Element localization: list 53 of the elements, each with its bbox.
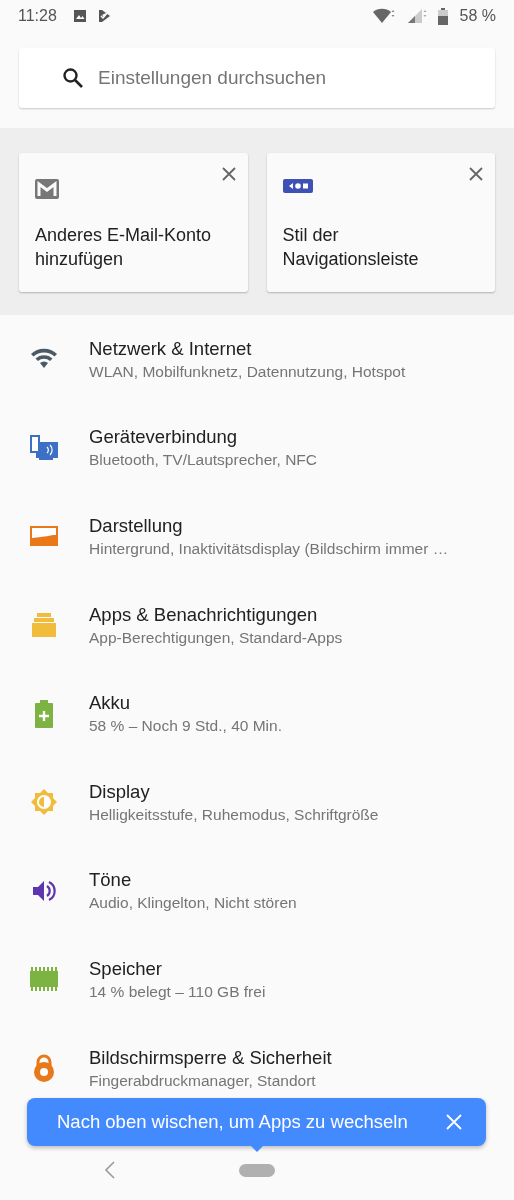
notification-icon (96, 9, 111, 23)
settings-summary: Bluetooth, TV/Lautsprecher, NFC (89, 451, 318, 470)
battery-icon (437, 7, 448, 25)
settings-item[interactable]: Darstellung Hintergrund, Inaktivitätsdisplay (Bildschirm immer … (0, 492, 514, 581)
brightness-icon (31, 789, 57, 816)
memory-chip-icon (30, 967, 58, 992)
settings-item[interactable]: Display Helligkeitsstufe, Ruhemodus, Schriftgröße (0, 757, 514, 847)
settings-item[interactable]: Töne Audio, Klingelton, Nicht stören (0, 846, 514, 936)
wallpaper-icon (30, 526, 58, 547)
close-icon[interactable] (469, 167, 483, 181)
settings-item[interactable]: Geräteverbindung Bluetooth, TV/Lautsprecher, NFC (0, 403, 514, 493)
settings-summary: 14 % belegt – 110 GB frei (89, 982, 266, 1001)
search-field[interactable]: Einstellungen durchsuchen (19, 48, 495, 108)
settings-title: Akku (89, 692, 132, 715)
settings-summary: Audio, Klingelton, Nicht stören (89, 894, 297, 913)
battery-percent: 58 % (459, 7, 496, 25)
settings-title: Darstellung (89, 515, 184, 537)
settings-item[interactable]: Akku 58 % – Noch 9 Std., 40 Min. (0, 669, 514, 758)
devices-icon (30, 434, 58, 461)
settings-title: Display (89, 780, 151, 803)
suggestion-title: Anderes E-Mail-Konto hinzufügen (35, 224, 213, 271)
mail-icon (35, 179, 59, 199)
settings-item[interactable]: Bildschirmsperre & Sicherheit Fingerabdruckmanager, Standort (0, 1023, 514, 1113)
suggestion-card[interactable]: Stil der Navigationsleiste (266, 153, 495, 292)
battery-icon (35, 699, 53, 728)
status-time: 11:28 (18, 7, 57, 25)
navigation-bar-icon (282, 179, 313, 193)
settings-title: Netzwerk & Internet (89, 337, 253, 360)
wifi-icon (371, 8, 396, 24)
suggestion-card[interactable]: Anderes E-Mail-Konto hinzufügen (19, 153, 248, 292)
settings-title: Apps & Benachrichtigungen (89, 603, 319, 626)
settings-summary: App-Berechtigungen, Standard-Apps (89, 628, 343, 647)
settings-item[interactable]: Netzwerk & Internet WLAN, Mobilfunknetz, Datennutzung, Hotspot (0, 315, 514, 404)
settings-summary: Hintergrund, Inaktivitätsdisplay (Bildschirm immer … (89, 540, 449, 558)
home-button[interactable] (239, 1164, 275, 1177)
suggestion-title: Stil der Navigationsleiste (282, 224, 420, 271)
apps-stack-icon (32, 613, 56, 638)
settings-summary: Fingerabdruckmanager, Standort (89, 1071, 317, 1090)
settings-title: Speicher (89, 957, 163, 980)
speaker-icon (32, 878, 56, 903)
settings-item[interactable]: Speicher 14 % belegt – 110 GB frei (0, 935, 514, 1024)
settings-item[interactable]: Apps & Benachrichtigungen App-Berechtigungen, Standard-Apps (0, 580, 514, 670)
back-icon[interactable] (104, 1161, 116, 1179)
settings-title: Bildschirmsperre & Sicherheit (89, 1046, 332, 1069)
settings-title: Töne (89, 869, 133, 892)
settings-summary: WLAN, Mobilfunknetz, Datennutzung, Hotspot (89, 362, 406, 381)
close-icon[interactable] (221, 167, 236, 181)
image-icon (72, 9, 87, 23)
toast-text: Nach oben wischen, um Apps zu wechseln (57, 1111, 408, 1133)
settings-summary: Helligkeitsstufe, Ruhemodus, Schriftgröße (89, 805, 379, 824)
lock-icon (34, 1054, 54, 1083)
settings-title: Geräteverbindung (89, 426, 239, 449)
settings-summary: 58 % – Noch 9 Std., 40 Min. (89, 717, 282, 736)
